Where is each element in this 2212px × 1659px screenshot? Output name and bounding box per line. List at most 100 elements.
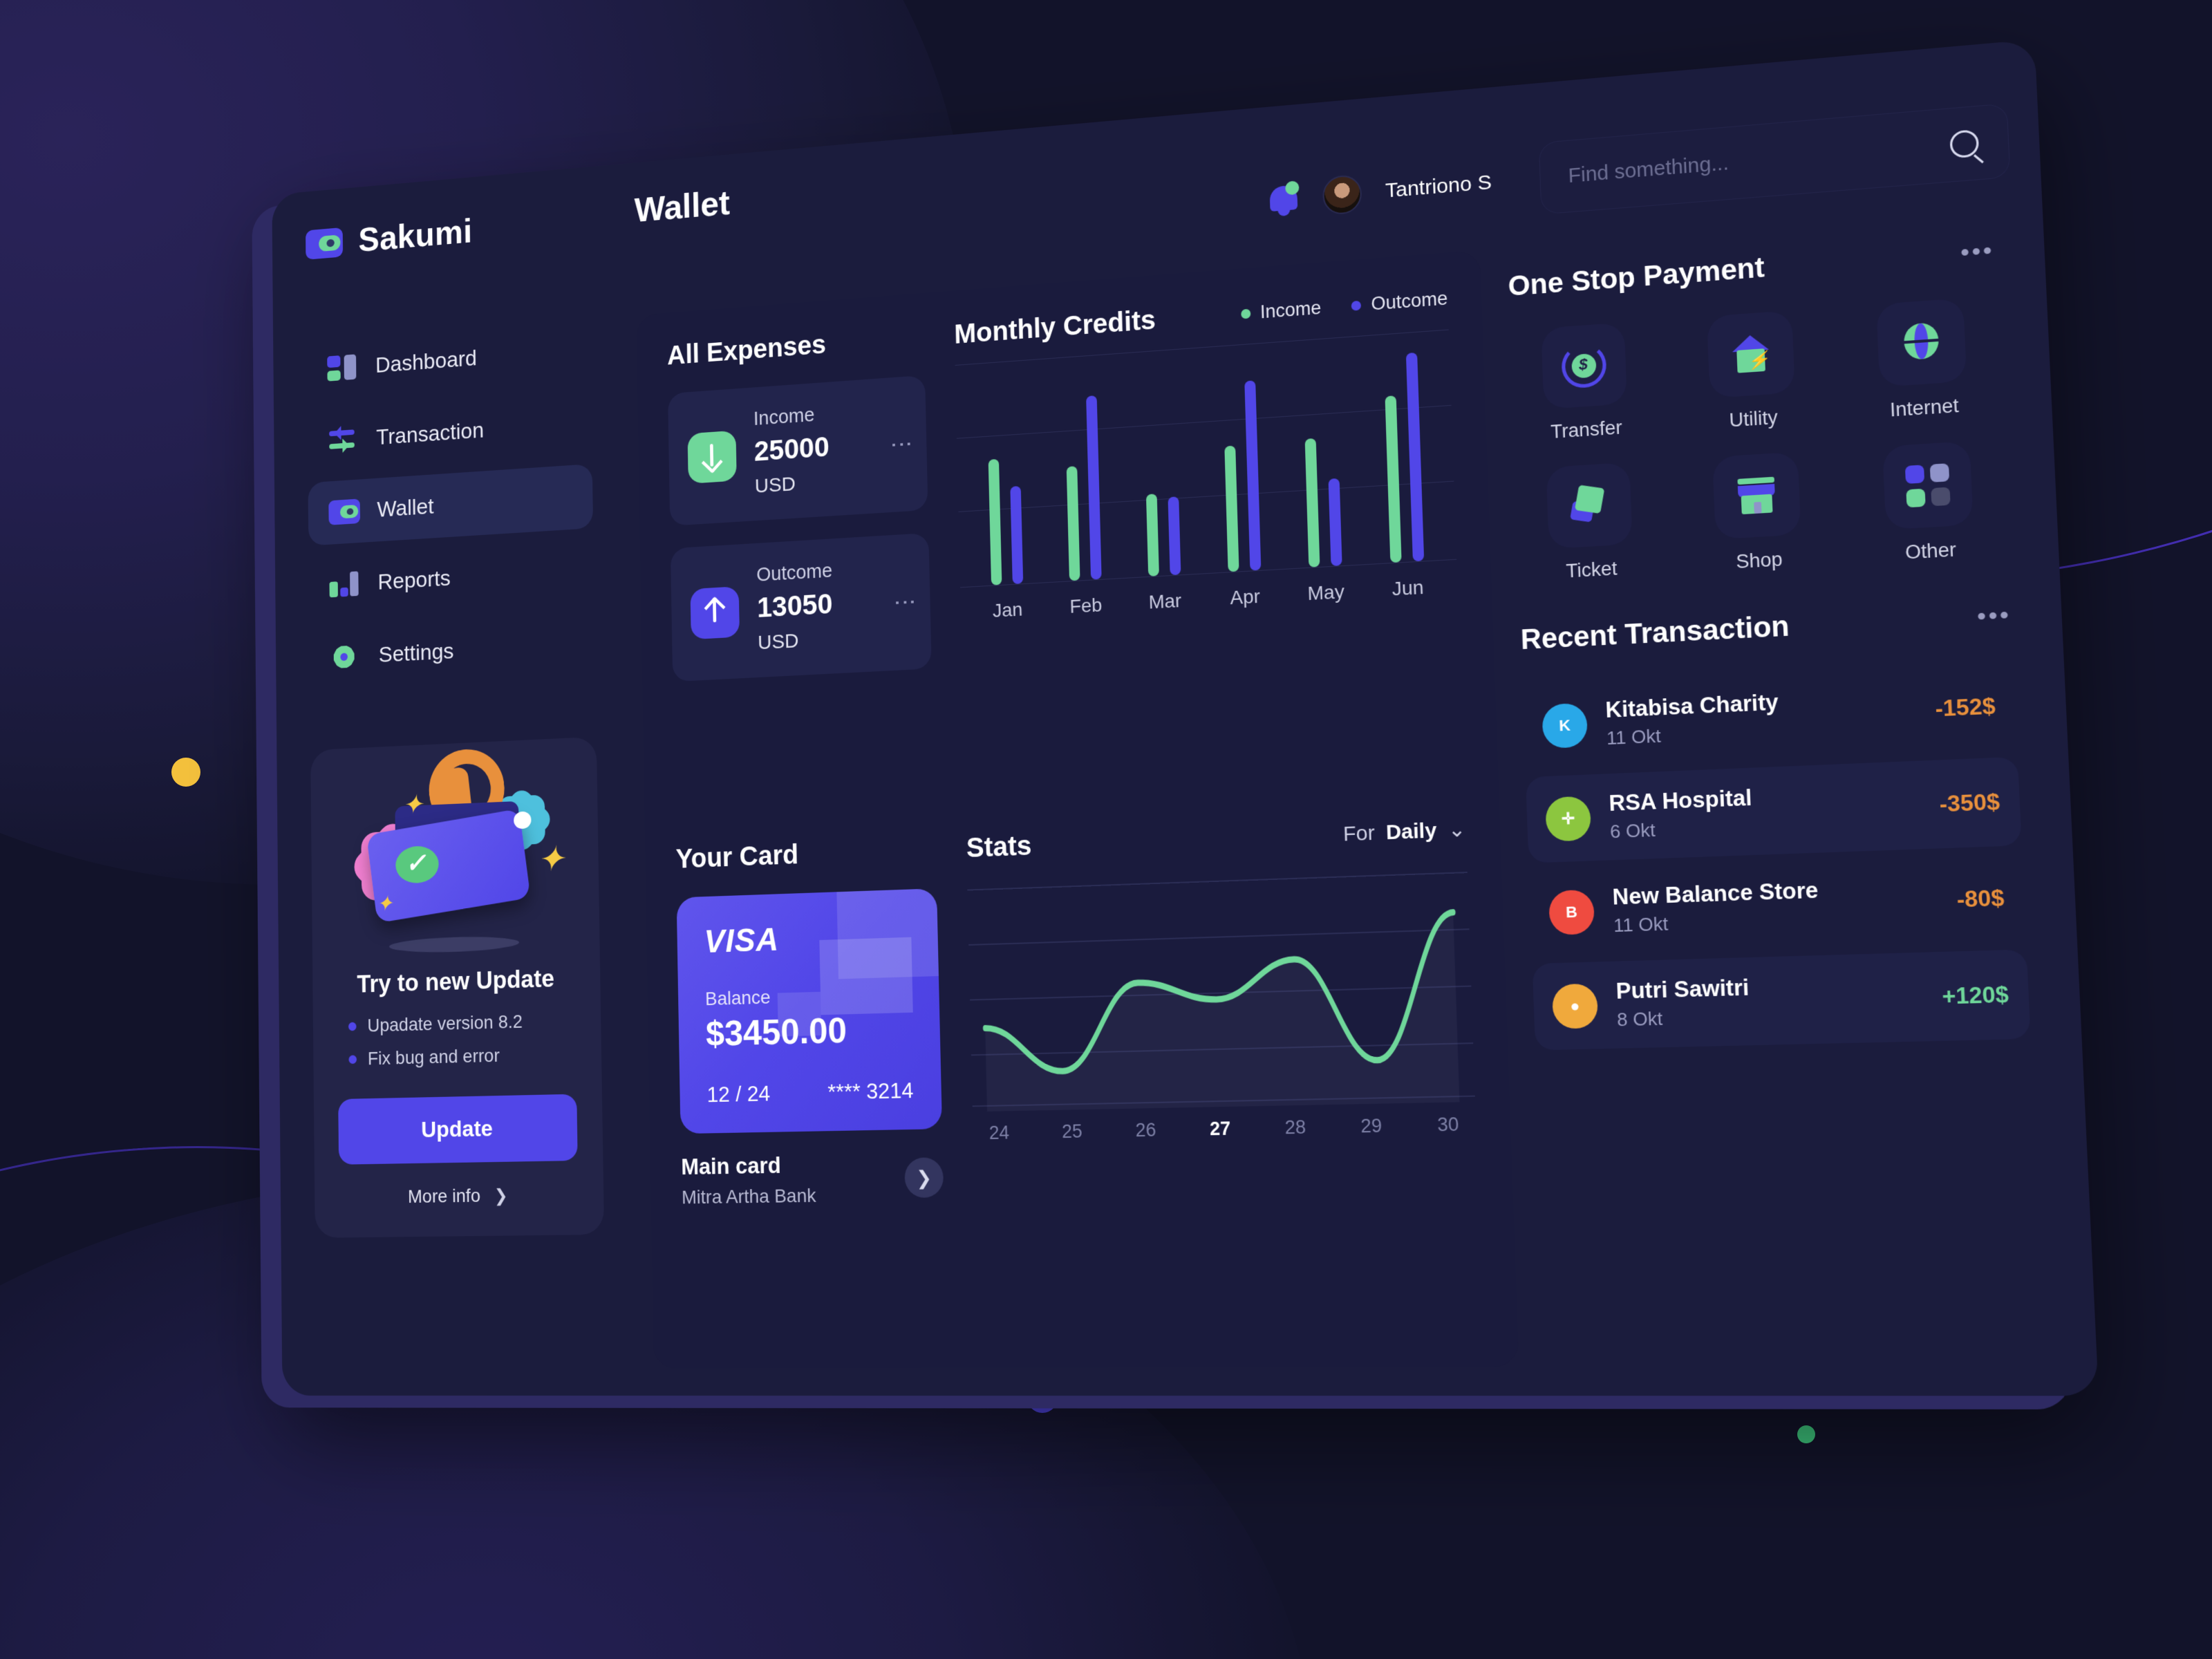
table-row[interactable]: K Kitabisa Charity 11 Okt -152$ — [1522, 661, 2017, 770]
outcome-currency: USD — [757, 629, 799, 655]
x-axis-label: 27 — [1209, 1118, 1231, 1140]
transaction-info: Kitabisa Charity 11 Okt — [1605, 683, 1917, 749]
bell-icon[interactable] — [1268, 180, 1300, 218]
sidebar-item-label: Transaction — [376, 417, 485, 450]
payment-item-ticket[interactable]: Ticket — [1515, 460, 1666, 585]
wallet-icon — [328, 496, 361, 528]
payment-item-label: Other — [1904, 538, 1957, 563]
list-item: Fix bug and error — [348, 1043, 576, 1070]
ellipsis-icon[interactable]: ••• — [1960, 236, 1995, 266]
arrow-up-icon — [690, 585, 740, 639]
legend-item-income: Income — [1241, 297, 1322, 324]
transaction-info: New Balance Store 11 Okt — [1612, 874, 1938, 937]
transaction-name: New Balance Store — [1611, 877, 1819, 910]
table-row[interactable]: ✛ RSA Hospital 6 Okt -350$ — [1526, 756, 2022, 863]
sidebar-item-settings[interactable]: Settings — [309, 611, 595, 691]
x-axis-label: 25 — [1061, 1121, 1083, 1143]
income-amount: 25000 — [753, 430, 830, 467]
x-axis-label: 24 — [988, 1122, 1010, 1143]
wallet-icon — [306, 227, 344, 260]
period-selector[interactable]: For Daily ⌄ — [1342, 817, 1466, 846]
bar-income — [988, 458, 1002, 585]
stats-chart — [967, 867, 1475, 1112]
bar-group — [1304, 437, 1342, 568]
payment-item-label: Ticket — [1565, 557, 1618, 582]
kebab-menu-icon[interactable]: ⋮ — [892, 590, 918, 614]
sidebar-item-reports[interactable]: Reports — [308, 537, 594, 618]
x-axis-label: 26 — [1135, 1119, 1156, 1141]
income-card[interactable]: Income 25000 USD ⋮ — [668, 375, 928, 526]
transaction-avatar: ● — [1551, 983, 1599, 1029]
bar-income — [1066, 466, 1080, 581]
table-row[interactable]: B New Balance Store 11 Okt -80$ — [1529, 853, 2026, 957]
update-bullet-label: Upadate version 8.2 — [367, 1011, 523, 1036]
outcome-amount: 13050 — [756, 588, 833, 624]
payment-item-label: Internet — [1889, 395, 1960, 421]
topbar-right: Tantriono S Find something... — [1267, 103, 2011, 236]
bar-chart-icon — [329, 568, 359, 600]
gear-icon — [330, 641, 360, 673]
brand: Sakumi — [306, 202, 589, 264]
stats-title: Stats — [966, 830, 1032, 863]
x-axis-label: Jan — [992, 598, 1023, 621]
bar-group — [1222, 380, 1261, 572]
content-area: All Expenses Income 25000 USD ⋮ Outcome … — [636, 209, 2065, 1369]
next-card-button[interactable]: ❯ — [904, 1157, 944, 1198]
payment-item-other[interactable]: Other — [1850, 439, 2009, 567]
all-expenses-section: All Expenses Income 25000 USD ⋮ Outcome … — [667, 322, 935, 827]
transaction-amount: -152$ — [1934, 693, 1996, 722]
visa-logo: VISA — [704, 921, 780, 960]
recent-transaction-title: Recent Transaction — [1520, 610, 1790, 656]
bullet-dot-icon — [348, 1022, 357, 1031]
credit-card[interactable]: VISA Balance $3450.00 12 / 24 **** 3214 — [676, 888, 943, 1134]
x-axis-label: 28 — [1284, 1116, 1306, 1138]
payment-item-transfer[interactable]: Transfer — [1510, 320, 1660, 446]
update-button[interactable]: Update — [338, 1094, 578, 1165]
bar-outcome — [1244, 380, 1261, 571]
stats-section: Stats For Daily ⌄ 24 25 26 27 28 29 30 — [966, 814, 1483, 1340]
bar-outcome — [1085, 395, 1102, 580]
payment-item-utility[interactable]: ⚡ Utility — [1675, 308, 1829, 435]
outcome-card[interactable]: Outcome 13050 USD ⋮ — [670, 532, 932, 682]
transaction-info: RSA Hospital 6 Okt — [1609, 778, 1921, 843]
sidebar-item-transaction[interactable]: Transaction — [307, 391, 592, 474]
search-placeholder: Find something... — [1568, 151, 1730, 187]
all-expenses-title: All Expenses — [666, 330, 827, 371]
card-number-masked: **** 3214 — [827, 1078, 914, 1105]
recent-transaction-header: Recent Transaction ••• — [1520, 599, 2012, 657]
sidebar-item-label: Dashboard — [375, 345, 477, 378]
payment-item-shop[interactable]: Shop — [1680, 450, 1835, 577]
avatar[interactable] — [1322, 174, 1362, 216]
kebab-menu-icon[interactable]: ⋮ — [889, 432, 915, 456]
more-info-link[interactable]: More info ❯ — [339, 1183, 578, 1208]
update-bullet-list: Upadate version 8.2 Fix bug and error — [337, 1009, 577, 1070]
ellipsis-icon[interactable]: ••• — [1976, 601, 2012, 630]
x-axis-label: 30 — [1436, 1113, 1459, 1136]
payment-item-label: Transfer — [1550, 417, 1623, 443]
bar-income — [1145, 494, 1159, 577]
table-row[interactable]: ● Putri Sawitri 8 Okt +120$ — [1532, 949, 2031, 1051]
card-expiry: 12 / 24 — [706, 1080, 771, 1107]
page-title: Wallet — [634, 184, 731, 230]
sidebar-item-label: Reports — [377, 565, 451, 594]
transaction-name: Putri Sawitri — [1615, 975, 1750, 1004]
arrow-down-icon — [687, 430, 737, 484]
bar-outcome — [1167, 496, 1181, 576]
sidebar-item-dashboard[interactable]: Dashboard — [307, 317, 591, 402]
period-prefix-label: For — [1342, 821, 1376, 846]
transaction-avatar: B — [1548, 889, 1595, 935]
x-axis-label: Jun — [1391, 576, 1425, 600]
sidebar-item-wallet[interactable]: Wallet — [308, 463, 594, 546]
your-card-title: Your Card — [675, 839, 799, 874]
x-axis-label: Mar — [1148, 590, 1182, 613]
x-axis-label: Feb — [1069, 594, 1103, 617]
period-value: Daily — [1385, 818, 1437, 844]
payment-item-internet[interactable]: Internet — [1844, 296, 2002, 424]
search-input[interactable]: Find something... — [1538, 103, 2011, 215]
search-icon[interactable] — [1949, 129, 1980, 159]
top-row: All Expenses Income 25000 USD ⋮ Outcome … — [667, 283, 1465, 827]
sidebar-item-label: Wallet — [377, 493, 434, 522]
utility-house-icon: ⚡ — [1727, 331, 1774, 378]
transaction-arrows-icon — [328, 424, 358, 456]
bullet-dot-icon — [348, 1054, 357, 1064]
